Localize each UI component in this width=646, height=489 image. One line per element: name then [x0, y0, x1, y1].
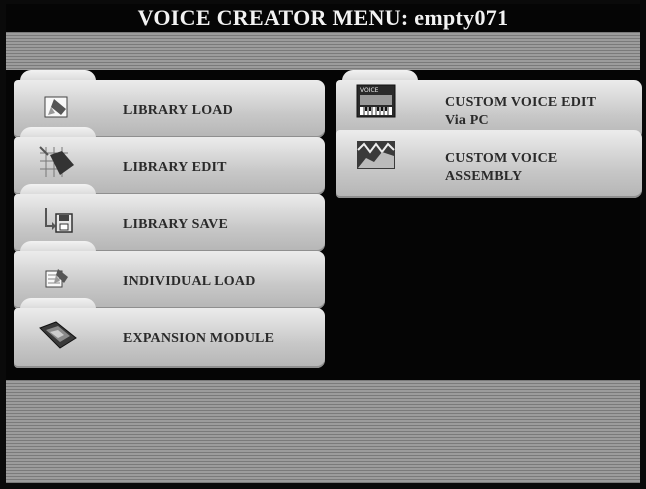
waveform-icon: [356, 140, 396, 175]
custom-voice-edit-label: CUSTOM VOICE EDIT: [445, 95, 597, 110]
library-edit-icon: [38, 145, 78, 184]
expansion-module-icon: [36, 318, 80, 357]
svg-text:VOICE: VOICE: [360, 87, 379, 94]
custom-voice-assembly-sublabel: ASSEMBLY: [445, 169, 523, 184]
library-load-icon: [42, 93, 76, 126]
expansion-module-button[interactable]: EXPANSION MODULE: [14, 298, 325, 368]
custom-voice-edit-sublabel: Via PC: [445, 113, 489, 128]
expansion-module-label: EXPANSION MODULE: [123, 331, 275, 346]
custom-voice-assembly-label: CUSTOM VOICE: [445, 151, 558, 166]
library-save-label: LIBRARY SAVE: [123, 217, 228, 232]
voice-keyboard-icon: VOICE: [356, 84, 396, 123]
floppy-disk-icon: [42, 206, 76, 241]
individual-load-icon: [44, 265, 76, 296]
individual-load-label: INDIVIDUAL LOAD: [123, 274, 256, 289]
library-edit-label: LIBRARY EDIT: [123, 160, 227, 175]
page-title: VOICE CREATOR MENU: empty071: [6, 4, 640, 32]
header-band: [6, 32, 640, 70]
library-load-label: LIBRARY LOAD: [123, 103, 233, 118]
voice-creator-screen: VOICE CREATOR MENU: empty071 LIBRARY LOA…: [0, 0, 646, 489]
footer-band: [6, 380, 640, 483]
custom-voice-assembly-button[interactable]: CUSTOM VOICE ASSEMBLY: [336, 130, 642, 198]
menu-area: LIBRARY LOAD LIBRARY EDIT LIBRARY SAVE I…: [6, 70, 642, 380]
